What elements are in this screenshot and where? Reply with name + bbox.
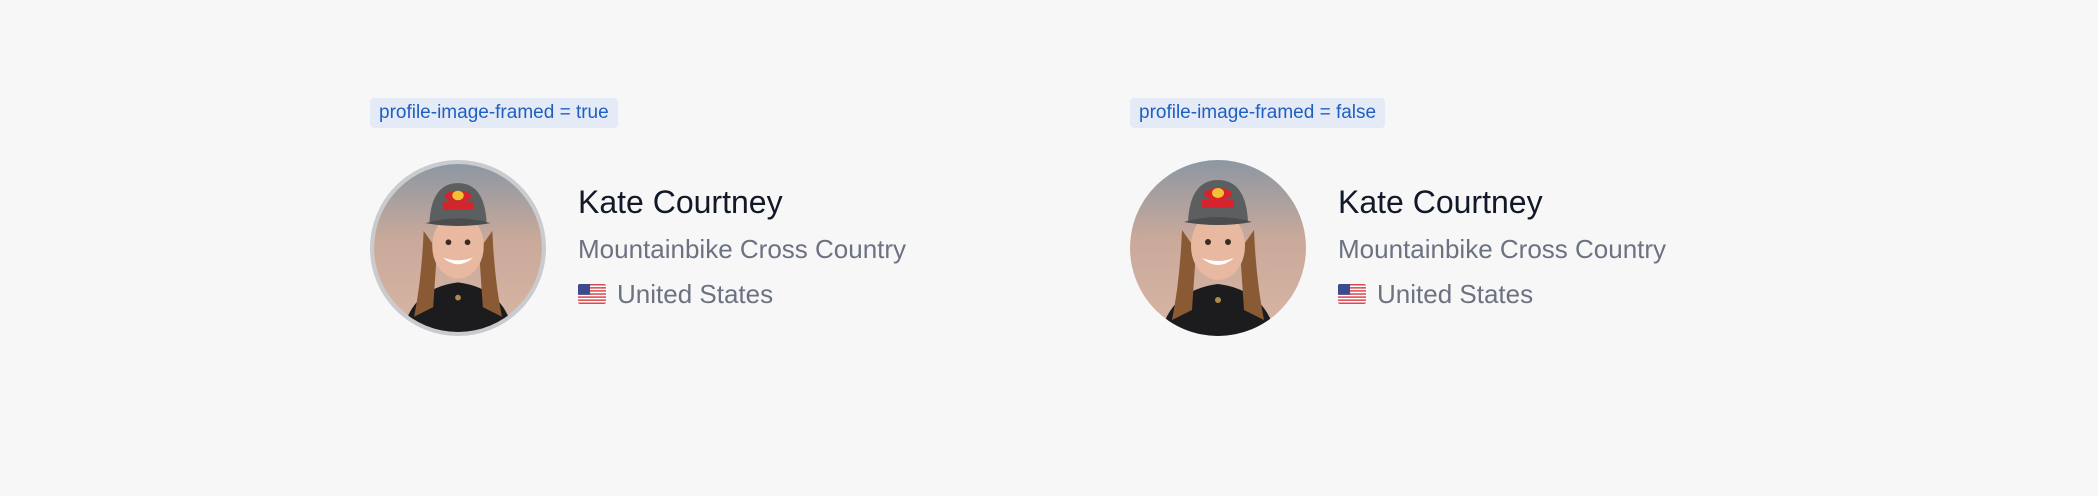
country-name: United States — [617, 279, 774, 309]
athlete-name[interactable]: Kate Courtney — [1338, 180, 1778, 224]
athlete-discipline: Mountainbike Cross Country — [578, 234, 907, 264]
athlete-name[interactable]: Kate Courtney — [578, 180, 1018, 224]
profile-photo — [374, 164, 542, 332]
us-flag-icon — [1338, 284, 1366, 304]
profile-photo — [1130, 160, 1306, 336]
profile-card[interactable]: Kate Courtney Mountainbike Cross Country — [1130, 160, 1770, 336]
profile-info: Kate Courtney Mountainbike Cross Country — [1338, 180, 1778, 312]
athlete-country: United States — [1338, 276, 1778, 312]
profile-card[interactable]: Kate Courtney Mountainbike Cross Country — [370, 160, 1010, 336]
variant-tag: profile-image-framed = true — [370, 98, 618, 128]
country-name: United States — [1377, 279, 1534, 309]
variant-framed-false: profile-image-framed = false Kate Courtn… — [1130, 98, 1770, 336]
athlete-country: United States — [578, 276, 1018, 312]
variant-framed-true: profile-image-framed = true Kate Courtne… — [370, 98, 1010, 336]
athlete-discipline: Mountainbike Cross Country — [1338, 234, 1667, 264]
profile-info: Kate Courtney Mountainbike Cross Country — [578, 180, 1018, 312]
variant-tag: profile-image-framed = false — [1130, 98, 1386, 128]
avatar[interactable] — [370, 160, 546, 336]
avatar[interactable] — [1130, 160, 1306, 336]
canvas: profile-image-framed = true Kate Courtne… — [0, 0, 2098, 496]
us-flag-icon — [578, 284, 606, 304]
